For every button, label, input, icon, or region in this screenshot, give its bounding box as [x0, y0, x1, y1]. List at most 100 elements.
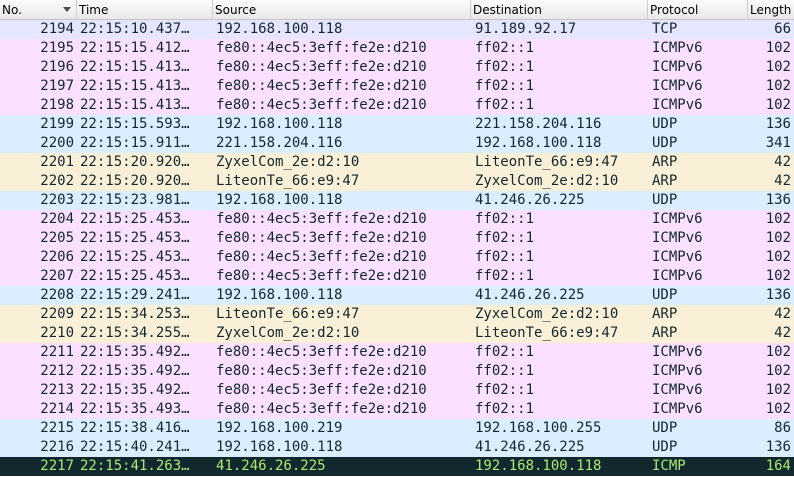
packet-time: 22:15:15.413…: [80, 97, 190, 113]
packet-protocol: ARP: [652, 154, 678, 170]
packet-length: 102: [765, 363, 791, 379]
packet-row[interactable]: 2197 22:15:15.413… fe80::4ec5:3eff:fe2e:d2…: [0, 77, 794, 96]
packet-time: 22:15:15.413…: [80, 59, 190, 75]
packet-row[interactable]: 2216 22:15:40.241… 192.168.100.118 41.246.2…: [0, 438, 794, 457]
packet-time: 22:15:41.263…: [80, 458, 190, 474]
packet-number: 2215: [40, 420, 74, 436]
packet-source: LiteonTe_66:e9:47: [216, 306, 360, 322]
packet-time: 22:15:35.492…: [80, 363, 190, 379]
packet-row[interactable]: 2198 22:15:15.413… fe80::4ec5:3eff:fe2e:d2…: [0, 96, 794, 115]
column-header-length[interactable]: Length: [748, 0, 794, 20]
packet-row[interactable]: 2208 22:15:29.241… 192.168.100.118 41.246.2…: [0, 286, 794, 305]
packet-number: 2195: [40, 40, 74, 56]
packet-source: ZyxelCom_2e:d2:10: [216, 154, 360, 170]
column-header-length-label: Length: [750, 3, 792, 17]
packet-time: 22:15:29.241…: [80, 287, 190, 303]
packet-length: 102: [765, 78, 791, 94]
packet-length: 136: [765, 192, 791, 208]
packet-row[interactable]: 2212 22:15:35.492… fe80::4ec5:3eff:fe2e:d2…: [0, 362, 794, 381]
packet-number: 2202: [40, 173, 74, 189]
packet-length: 102: [765, 401, 791, 417]
packet-row[interactable]: 2209 22:15:34.253… LiteonTe_66:e9:47 ZyxelC…: [0, 305, 794, 324]
column-header-source-label: Source: [215, 3, 257, 17]
packet-protocol: ICMPv6: [652, 249, 703, 265]
packet-protocol: ICMPv6: [652, 97, 703, 113]
packet-source: 192.168.100.118: [216, 21, 343, 37]
packet-protocol: UDP: [652, 192, 678, 208]
packet-time: 22:15:15.593…: [80, 116, 190, 132]
packet-protocol: UDP: [652, 287, 678, 303]
packet-destination: ff02::1: [475, 268, 535, 284]
packet-destination: ff02::1: [475, 59, 535, 75]
packet-number: 2213: [40, 382, 74, 398]
packet-row[interactable]: 2196 22:15:15.413… fe80::4ec5:3eff:fe2e:d2…: [0, 58, 794, 77]
packet-source: 221.158.204.116: [216, 135, 343, 151]
packet-protocol: TCP: [652, 21, 678, 37]
packet-row[interactable]: 2215 22:15:38.416… 192.168.100.219 192.168.…: [0, 419, 794, 438]
packet-source: 192.168.100.118: [216, 287, 343, 303]
packet-protocol: ARP: [652, 306, 678, 322]
packet-number: 2204: [40, 211, 74, 227]
packet-row[interactable]: 2207 22:15:25.453… fe80::4ec5:3eff:fe2e:d2…: [0, 267, 794, 286]
packet-source: fe80::4ec5:3eff:fe2e:d210: [216, 211, 427, 227]
packet-number: 2201: [40, 154, 74, 170]
packet-destination: ff02::1: [475, 78, 535, 94]
packet-row[interactable]: 2200 22:15:15.911… 221.158.204.116 192.168.…: [0, 134, 794, 153]
packet-protocol: ARP: [652, 173, 678, 189]
column-header-no-label: No.: [2, 3, 22, 17]
packet-destination: 221.158.204.116: [475, 116, 602, 132]
packet-source: 192.168.100.118: [216, 192, 343, 208]
column-header-no[interactable]: No.: [0, 0, 77, 20]
packet-time: 22:15:15.413…: [80, 78, 190, 94]
column-header-source[interactable]: Source: [213, 0, 471, 20]
packet-length: 86: [774, 420, 791, 436]
column-header-time[interactable]: Time: [77, 0, 213, 20]
packet-length: 341: [765, 135, 791, 151]
packet-row[interactable]: 2201 22:15:20.920… ZyxelCom_2e:d2:10 Liteon…: [0, 153, 794, 172]
packet-number: 2206: [40, 249, 74, 265]
packet-list-header: No. Time Source Destination Protocol Len…: [0, 0, 794, 20]
packet-row[interactable]: 2194 22:15:10.437… 192.168.100.118 91.189.9…: [0, 20, 794, 39]
packet-number: 2196: [40, 59, 74, 75]
packet-row[interactable]: 2202 22:15:20.920… LiteonTe_66:e9:47 ZyxelC…: [0, 172, 794, 191]
packet-time: 22:15:35.493…: [80, 401, 190, 417]
packet-row[interactable]: 2205 22:15:25.453… fe80::4ec5:3eff:fe2e:d2…: [0, 229, 794, 248]
packet-row[interactable]: 2204 22:15:25.453… fe80::4ec5:3eff:fe2e:d2…: [0, 210, 794, 229]
packet-destination: ff02::1: [475, 363, 535, 379]
packet-number: 2216: [40, 439, 74, 455]
packet-source: 192.168.100.118: [216, 116, 343, 132]
packet-time: 22:15:40.241…: [80, 439, 190, 455]
packet-time: 22:15:20.920…: [80, 154, 190, 170]
packet-list[interactable]: No. Time Source Destination Protocol Len…: [0, 0, 794, 478]
packet-row[interactable]: 2213 22:15:35.492… fe80::4ec5:3eff:fe2e:d2…: [0, 381, 794, 400]
packet-protocol: UDP: [652, 116, 678, 132]
packet-destination: ZyxelCom_2e:d2:10: [475, 173, 619, 189]
packet-protocol: ICMPv6: [652, 40, 703, 56]
packet-destination: 192.168.100.118: [475, 135, 602, 151]
packet-number: 2210: [40, 325, 74, 341]
packet-length: 42: [774, 154, 791, 170]
packet-row[interactable]: 2195 22:15:15.412… fe80::4ec5:3eff:fe2e:d2…: [0, 39, 794, 58]
packet-number: 2205: [40, 230, 74, 246]
packet-length: 42: [774, 325, 791, 341]
packet-row[interactable]: 2210 22:15:34.255… ZyxelCom_2e:d2:10 Liteon…: [0, 324, 794, 343]
packet-destination: 41.246.26.225: [475, 287, 585, 303]
column-header-destination[interactable]: Destination: [471, 0, 648, 20]
packet-number: 2208: [40, 287, 74, 303]
packet-number: 2203: [40, 192, 74, 208]
packet-destination: ff02::1: [475, 97, 535, 113]
packet-row[interactable]: 2206 22:15:25.453… fe80::4ec5:3eff:fe2e:d2…: [0, 248, 794, 267]
packet-row[interactable]: 2203 22:15:23.981… 192.168.100.118 41.246.2…: [0, 191, 794, 210]
packet-row[interactable]: 2199 22:15:15.593… 192.168.100.118 221.158.…: [0, 115, 794, 134]
packet-time: 22:15:25.453…: [80, 249, 190, 265]
column-header-time-label: Time: [79, 3, 109, 17]
packet-row-selected[interactable]: 2217 22:15:41.263… 41.246.26.225 192.168.10…: [0, 457, 794, 476]
packet-length: 136: [765, 439, 791, 455]
packet-time: 22:15:25.453…: [80, 211, 190, 227]
column-header-protocol[interactable]: Protocol: [648, 0, 748, 20]
packet-row[interactable]: 2214 22:15:35.493… fe80::4ec5:3eff:fe2e:d2…: [0, 400, 794, 419]
packet-length: 42: [774, 306, 791, 322]
packet-time: 22:15:23.981…: [80, 192, 190, 208]
packet-row[interactable]: 2211 22:15:35.492… fe80::4ec5:3eff:fe2e:d2…: [0, 343, 794, 362]
packet-protocol: UDP: [652, 135, 678, 151]
